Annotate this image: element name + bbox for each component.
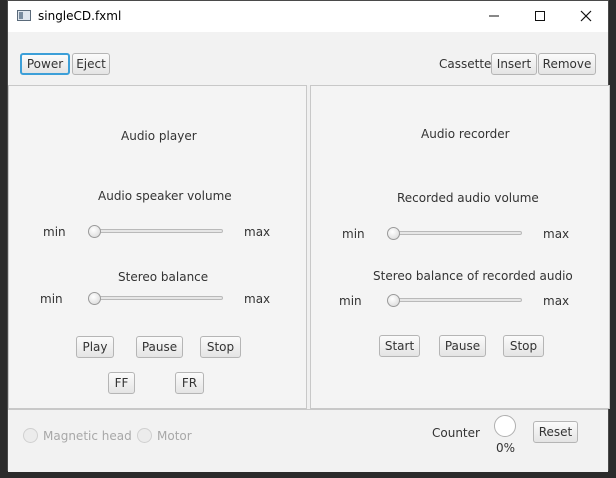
recorded-balance-min-label: min: [339, 294, 362, 308]
audio-recorder-title: Audio recorder: [421, 127, 510, 141]
audio-recorder-panel: Audio recorder Recorded audio volume min…: [310, 85, 610, 409]
recorded-volume-max-label: max: [543, 227, 570, 241]
fast-rewind-button[interactable]: FR: [175, 372, 204, 394]
player-stop-button[interactable]: Stop: [200, 336, 241, 358]
speaker-volume-label: Audio speaker volume: [98, 189, 232, 203]
recorded-volume-thumb[interactable]: [387, 227, 400, 240]
app-window: singleCD.fxml Power Eject Cassette Inser…: [7, 0, 610, 472]
power-button[interactable]: Power: [20, 53, 70, 75]
recorded-balance-max-label: max: [543, 294, 570, 308]
recorded-volume-label: Recorded audio volume: [397, 191, 539, 205]
recorded-balance-slider[interactable]: [388, 298, 522, 302]
speaker-volume-min-label: min: [43, 225, 66, 239]
counter-progress-indicator: [494, 415, 516, 437]
stereo-balance-thumb[interactable]: [88, 292, 101, 305]
speaker-volume-thumb[interactable]: [88, 225, 101, 238]
window-app-icon: [17, 10, 31, 21]
stereo-balance-slider[interactable]: [89, 296, 223, 300]
recorded-balance-label: Stereo balance of recorded audio: [373, 269, 573, 283]
play-button[interactable]: Play: [76, 336, 114, 358]
title-bar: singleCD.fxml: [8, 1, 608, 32]
audio-player-title: Audio player: [121, 129, 197, 143]
recorded-balance-thumb[interactable]: [387, 294, 400, 307]
insert-button[interactable]: Insert: [491, 53, 537, 75]
status-bar: Magnetic head Motor Counter 0% Reset: [8, 409, 608, 472]
maximize-button[interactable]: [517, 1, 563, 32]
window-title: singleCD.fxml: [38, 9, 122, 23]
eject-button[interactable]: Eject: [72, 53, 110, 75]
magnetic-head-label: Magnetic head: [43, 429, 132, 443]
minimize-button[interactable]: [471, 1, 517, 32]
player-pause-button[interactable]: Pause: [136, 336, 183, 358]
toolbar: Power Eject Cassette Insert Remove: [8, 32, 608, 85]
minimize-icon: [489, 15, 499, 17]
recorder-stop-button[interactable]: Stop: [503, 335, 544, 357]
magnetic-head-indicator: [23, 428, 38, 443]
maximize-icon: [535, 11, 545, 21]
speaker-volume-slider[interactable]: [89, 229, 223, 233]
motor-indicator: [137, 428, 152, 443]
recorded-volume-min-label: min: [342, 227, 365, 241]
audio-player-panel: Audio player Audio speaker volume min ma…: [8, 85, 307, 409]
close-button[interactable]: [563, 1, 609, 32]
counter-label: Counter: [432, 426, 480, 440]
cassette-label: Cassette: [439, 57, 492, 71]
reset-button[interactable]: Reset: [533, 421, 578, 443]
speaker-volume-max-label: max: [244, 225, 271, 239]
stereo-balance-label: Stereo balance: [118, 270, 209, 284]
close-icon: [580, 10, 592, 22]
recorder-pause-button[interactable]: Pause: [439, 335, 486, 357]
stereo-balance-min-label: min: [40, 292, 63, 306]
record-start-button[interactable]: Start: [379, 335, 420, 357]
fast-forward-button[interactable]: FF: [108, 372, 135, 394]
counter-progress-value: 0%: [496, 441, 516, 455]
motor-label: Motor: [157, 429, 192, 443]
recorded-volume-slider[interactable]: [388, 231, 522, 235]
stereo-balance-max-label: max: [244, 292, 271, 306]
remove-button[interactable]: Remove: [538, 53, 596, 75]
